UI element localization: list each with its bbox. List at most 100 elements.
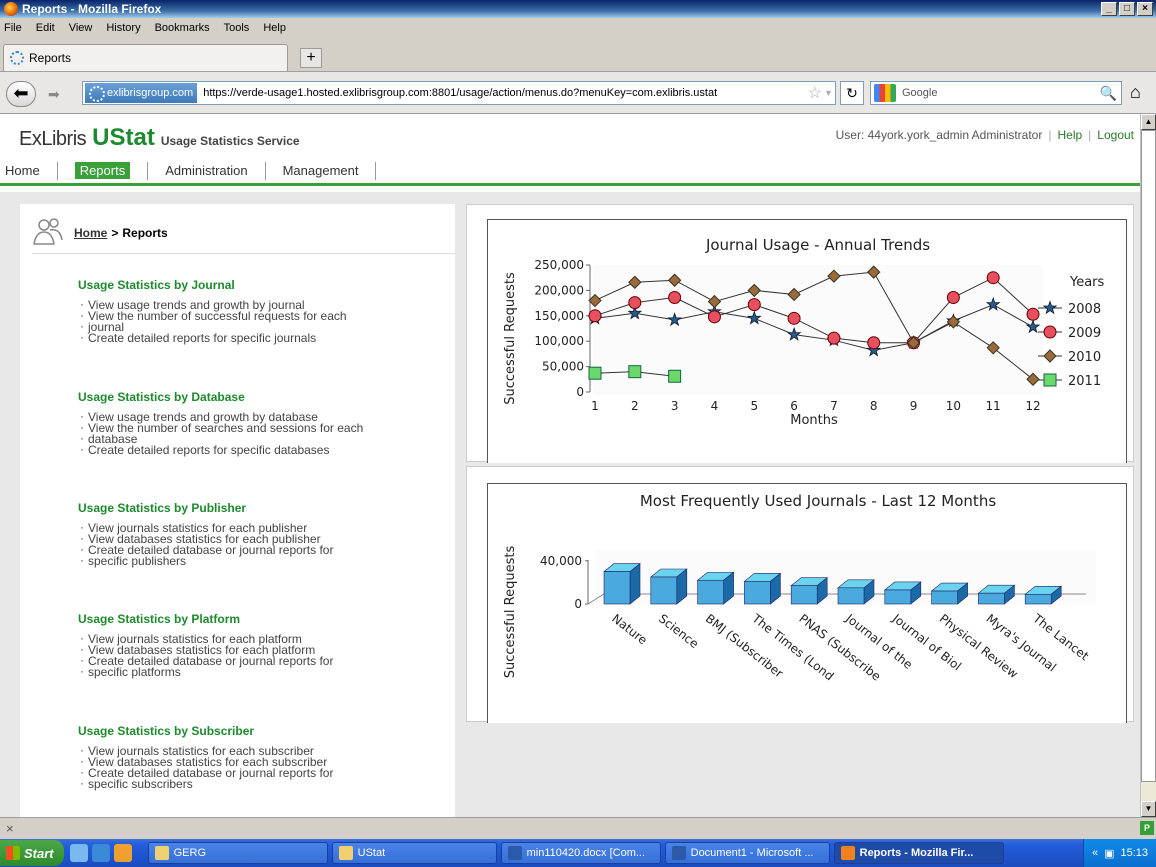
- x-tick-label: 8: [870, 399, 878, 413]
- section-title[interactable]: Usage Statistics by Platform: [78, 612, 333, 626]
- top-journals-chart-card: Most Frequently Used Journals - Last 12 …: [466, 466, 1134, 723]
- desktop-icon[interactable]: [69, 844, 88, 862]
- section-title[interactable]: Usage Statistics by Subscriber: [78, 724, 333, 738]
- section-database: Usage Statistics by Database View usage …: [78, 390, 363, 456]
- tab-reports[interactable]: Reports: [3, 44, 288, 71]
- scroll-thumb[interactable]: [1141, 130, 1156, 782]
- list-item-continuation[interactable]: specific publishers: [78, 555, 333, 567]
- menu-edit[interactable]: Edit: [36, 22, 55, 34]
- list-item[interactable]: Create detailed reports for specific dat…: [78, 444, 363, 456]
- start-button[interactable]: Start: [0, 840, 64, 866]
- firefox-icon: [4, 2, 18, 16]
- new-tab-button[interactable]: +: [300, 48, 322, 68]
- list-item-continuation[interactable]: specific platforms: [78, 666, 333, 678]
- x-tick-label: 1: [591, 399, 599, 413]
- scroll-down-button[interactable]: ▼: [1141, 801, 1156, 817]
- logout-link[interactable]: Logout: [1097, 128, 1134, 142]
- vertical-scrollbar[interactable]: ▲ ▼: [1140, 114, 1156, 817]
- bookmark-star-icon[interactable]: ☆: [808, 83, 822, 103]
- close-findbar-icon[interactable]: ×: [6, 821, 14, 836]
- maximize-button[interactable]: □: [1119, 2, 1135, 16]
- data-point: [787, 311, 801, 325]
- window-titlebar[interactable]: Reports - Mozilla Firefox _ □ ×: [0, 0, 1156, 18]
- bar-front: [837, 587, 865, 605]
- section-title[interactable]: Usage Statistics by Publisher: [78, 501, 333, 515]
- data-point: [628, 365, 642, 379]
- tray-app-icon[interactable]: ▣: [1104, 847, 1114, 860]
- data-point: [1043, 325, 1057, 339]
- url-input[interactable]: https://verde-usage1.hosted.exlibrisgrou…: [203, 87, 807, 99]
- main-nav: Home Reports Administration Management: [0, 158, 1140, 186]
- section-subscriber: Usage Statistics by Subscriber View jour…: [78, 724, 333, 790]
- reload-button[interactable]: ↻: [840, 81, 864, 105]
- search-icon[interactable]: 🔍: [1100, 85, 1117, 102]
- menu-help[interactable]: Help: [263, 22, 286, 34]
- x-tick-label: 9: [910, 399, 918, 413]
- data-point: [668, 291, 682, 305]
- ie-icon[interactable]: [91, 844, 110, 862]
- ustat-logo: ExLibris UStat Usage Statistics Service: [19, 124, 300, 152]
- data-point: [946, 291, 960, 305]
- menu-bookmarks[interactable]: Bookmarks: [155, 22, 210, 34]
- windows-flag-icon: [6, 846, 20, 860]
- nav-administration[interactable]: Administration: [148, 161, 266, 180]
- nav-reports[interactable]: Reports: [58, 161, 149, 180]
- section-title[interactable]: Usage Statistics by Journal: [78, 278, 347, 292]
- data-point: [1042, 300, 1058, 315]
- y-tick-label: 200,000: [534, 283, 584, 297]
- bar-front: [1024, 593, 1052, 605]
- bar-front: [790, 585, 818, 605]
- bar: [649, 568, 688, 605]
- menu-file[interactable]: File: [4, 22, 22, 34]
- help-link[interactable]: Help: [1057, 128, 1082, 142]
- status-bar: × P: [0, 817, 1156, 839]
- google-icon[interactable]: [874, 84, 896, 102]
- clock: 15:13: [1120, 847, 1148, 859]
- url-dropdown-icon[interactable]: ▾: [826, 88, 831, 99]
- data-point: [707, 310, 721, 324]
- loading-icon: [10, 51, 24, 65]
- minimize-button[interactable]: _: [1101, 2, 1117, 16]
- list-item-continuation[interactable]: specific subscribers: [78, 778, 333, 790]
- page-viewport: ExLibris UStat Usage Statistics Service …: [0, 114, 1140, 817]
- tab-label: Reports: [29, 51, 72, 65]
- taskbar-button-word-doc1[interactable]: Document1 - Microsoft ...: [664, 842, 830, 864]
- list-item[interactable]: Create detailed reports for specific jou…: [78, 332, 347, 344]
- menu-history[interactable]: History: [106, 22, 140, 34]
- breadcrumb: Home > Reports: [32, 212, 455, 254]
- scroll-up-button[interactable]: ▲: [1141, 114, 1156, 130]
- x-tick-label: 3: [671, 399, 679, 413]
- x-tick-label: BMJ (Subscriber: [703, 611, 786, 680]
- search-bar[interactable]: Google 🔍: [870, 81, 1122, 105]
- breadcrumb-home-link[interactable]: Home: [74, 226, 107, 240]
- firefox-icon: [840, 846, 855, 860]
- close-button[interactable]: ×: [1137, 2, 1153, 16]
- menu-tools[interactable]: Tools: [224, 22, 250, 34]
- home-icon[interactable]: ⌂: [1130, 82, 1141, 103]
- user-info: User: 44york.york_admin Administrator | …: [835, 128, 1134, 142]
- forward-button[interactable]: ➡: [48, 86, 60, 103]
- firefox-quicklaunch-icon[interactable]: [113, 844, 132, 862]
- bar-front: [884, 589, 912, 605]
- window-title: Reports - Mozilla Firefox: [22, 2, 162, 16]
- url-bar[interactable]: exlibrisgroup.com https://verde-usage1.h…: [82, 81, 836, 105]
- back-button[interactable]: ⬅: [6, 81, 36, 107]
- logo-exlibris: ExLibris: [19, 128, 87, 150]
- legend-item: 2008: [1038, 300, 1101, 317]
- nav-management[interactable]: Management: [266, 161, 377, 180]
- taskbar-button-gerg[interactable]: GERG: [147, 842, 328, 864]
- taskbar-button-firefox[interactable]: Reports - Mozilla Fir...: [833, 842, 1004, 864]
- taskbar-button-ustat[interactable]: UStat: [331, 842, 497, 864]
- data-point: [588, 366, 602, 380]
- legend-item: 2010: [1038, 349, 1101, 365]
- search-input[interactable]: Google: [902, 87, 1100, 99]
- site-identity-badge[interactable]: exlibrisgroup.com: [85, 83, 198, 103]
- nav-home[interactable]: Home: [0, 161, 58, 180]
- tab-bar: Reports +: [0, 38, 1156, 72]
- section-title[interactable]: Usage Statistics by Database: [78, 390, 363, 404]
- back-arrow-icon: ⬅: [13, 83, 29, 103]
- addon-icon[interactable]: P: [1140, 821, 1154, 835]
- tray-expand-icon[interactable]: «: [1092, 847, 1098, 859]
- menu-view[interactable]: View: [69, 22, 93, 34]
- taskbar-button-word-min[interactable]: min110420.docx [Com...: [500, 842, 661, 864]
